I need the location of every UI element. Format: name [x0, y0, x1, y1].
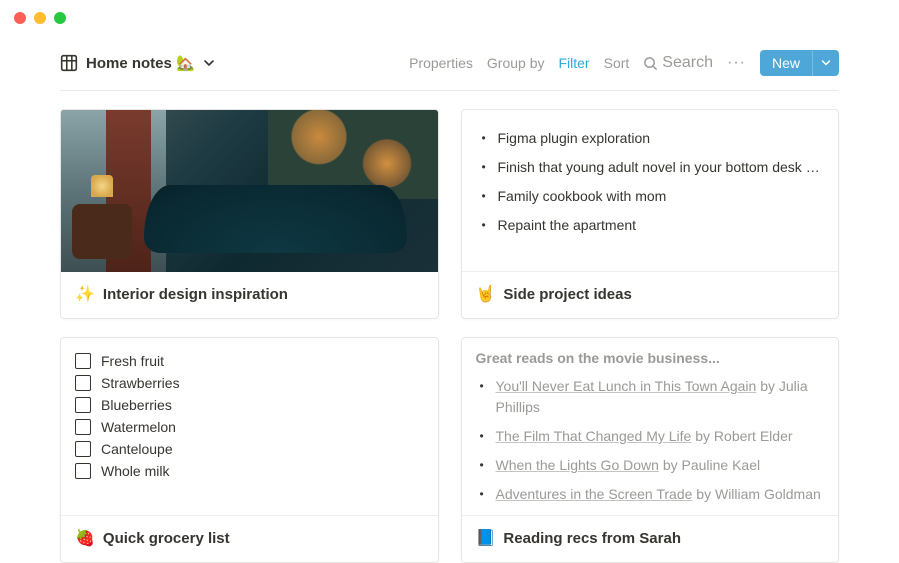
- card-title-bar: 📘 Reading recs from Sarah: [462, 515, 839, 562]
- minimize-window-icon[interactable]: [34, 12, 46, 24]
- card-interior-design[interactable]: ✨ Interior design inspiration: [60, 109, 439, 319]
- todo-item: Fresh fruit: [75, 350, 424, 372]
- todo-list: Fresh fruit Strawberries Blueberries Wat…: [75, 350, 424, 482]
- group-by-button[interactable]: Group by: [487, 55, 545, 71]
- close-window-icon[interactable]: [14, 12, 26, 24]
- todo-item: Canteloupe: [75, 438, 424, 460]
- filter-button[interactable]: Filter: [558, 55, 589, 71]
- todo-item: Blueberries: [75, 394, 424, 416]
- book-link[interactable]: Adventures in the Screen Trade: [496, 486, 693, 502]
- board-view-icon: [60, 54, 78, 72]
- new-dropdown-button[interactable]: [812, 50, 839, 76]
- view-title-dropdown[interactable]: Home notes 🏡: [60, 54, 215, 72]
- checkbox[interactable]: [75, 353, 91, 369]
- book-link[interactable]: The Film That Changed My Life: [496, 428, 692, 444]
- view-header: Home notes 🏡 Properties Group by Filter …: [60, 34, 839, 91]
- todo-item: Watermelon: [75, 416, 424, 438]
- window-traffic-lights: [0, 0, 899, 34]
- card-grocery-list[interactable]: Fresh fruit Strawberries Blueberries Wat…: [60, 337, 439, 563]
- section-heading: Great reads on the movie business...: [476, 350, 825, 366]
- sparkles-icon: ✨: [75, 284, 95, 304]
- book-link[interactable]: When the Lights Go Down: [496, 457, 659, 473]
- checkbox[interactable]: [75, 463, 91, 479]
- card-title: Side project ideas: [503, 286, 631, 303]
- card-title: Interior design inspiration: [103, 286, 288, 303]
- list-item: The Film That Changed My Life by Robert …: [476, 422, 825, 451]
- checkbox[interactable]: [75, 419, 91, 435]
- book-icon: 📘: [476, 528, 496, 548]
- search-icon: [643, 56, 658, 71]
- list-item: When the Lights Go Down by Pauline Kael: [476, 451, 825, 480]
- checkbox[interactable]: [75, 375, 91, 391]
- list-item: Figma plugin exploration: [478, 124, 823, 153]
- list-item: Adventures in the Screen Trade by Willia…: [476, 480, 825, 509]
- new-button[interactable]: New: [760, 50, 812, 76]
- reading-list: You'll Never Eat Lunch in This Town Agai…: [476, 372, 825, 509]
- card-title-bar: 🤘 Side project ideas: [462, 271, 839, 318]
- list-item: Family cookbook with mom: [478, 182, 823, 211]
- horns-icon: 🤘: [476, 284, 496, 304]
- properties-button[interactable]: Properties: [409, 55, 473, 71]
- chevron-down-icon: [203, 57, 215, 69]
- card-title: Quick grocery list: [103, 530, 230, 547]
- card-body: Figma plugin exploration Finish that you…: [462, 110, 839, 271]
- gallery-grid: ✨ Interior design inspiration Figma plug…: [60, 109, 839, 563]
- list-item: Finish that young adult novel in your bo…: [478, 153, 823, 182]
- view-title: Home notes 🏡: [86, 54, 195, 72]
- bullet-list: Figma plugin exploration Finish that you…: [478, 124, 823, 240]
- card-reading-recs[interactable]: Great reads on the movie business... You…: [461, 337, 840, 563]
- checkbox[interactable]: [75, 441, 91, 457]
- card-body: Fresh fruit Strawberries Blueberries Wat…: [61, 338, 438, 515]
- maximize-window-icon[interactable]: [54, 12, 66, 24]
- card-cover-image: [61, 110, 438, 272]
- list-item: You'll Never Eat Lunch in This Town Agai…: [476, 372, 825, 422]
- strawberry-icon: 🍓: [75, 528, 95, 548]
- card-side-projects[interactable]: Figma plugin exploration Finish that you…: [461, 109, 840, 319]
- more-options-button[interactable]: ···: [727, 54, 746, 72]
- card-body: Great reads on the movie business... You…: [462, 338, 839, 515]
- sort-button[interactable]: Sort: [604, 55, 630, 71]
- list-item: Repaint the apartment: [478, 211, 823, 240]
- book-link[interactable]: You'll Never Eat Lunch in This Town Agai…: [496, 378, 757, 394]
- card-title-bar: ✨ Interior design inspiration: [61, 272, 438, 318]
- view-toolbar: Properties Group by Filter Sort Search ·…: [409, 50, 839, 76]
- card-title-bar: 🍓 Quick grocery list: [61, 515, 438, 562]
- chevron-down-icon: [821, 58, 831, 68]
- checkbox[interactable]: [75, 397, 91, 413]
- todo-item: Strawberries: [75, 372, 424, 394]
- new-button-group: New: [760, 50, 839, 76]
- card-title: Reading recs from Sarah: [503, 530, 681, 547]
- search-button[interactable]: Search: [643, 54, 713, 72]
- todo-item: Whole milk: [75, 460, 424, 482]
